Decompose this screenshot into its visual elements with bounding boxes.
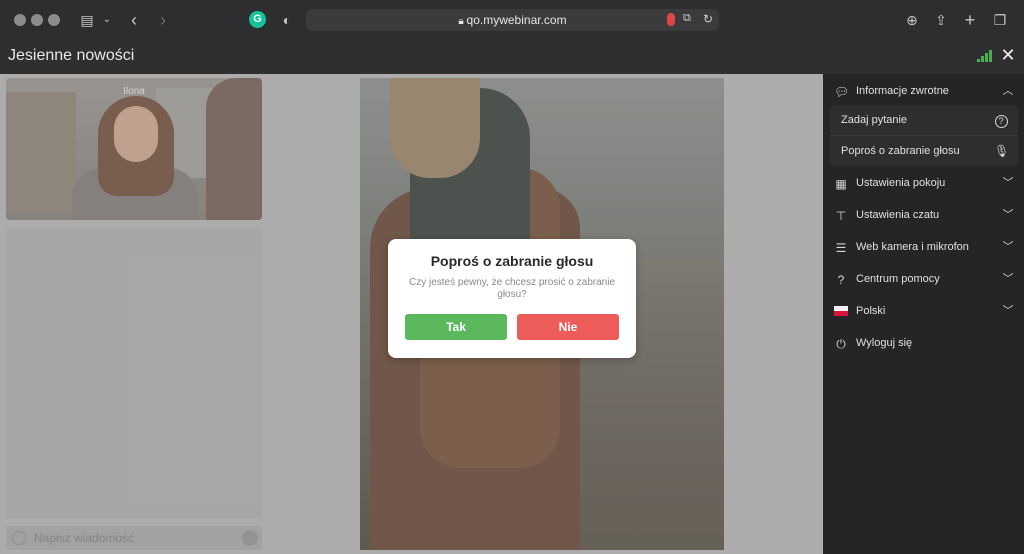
sidebar-item-label: Poproś o zabranie głosu xyxy=(841,145,960,157)
question-mark-icon: ? xyxy=(837,273,845,287)
maximize-window-button[interactable] xyxy=(48,14,60,26)
sidebar-subitem-ask-question[interactable]: Zadaj pytanie ? xyxy=(830,105,1018,135)
sidebar-item-logout[interactable]: ⏻ Wyloguj się xyxy=(823,328,1024,360)
microphone-icon: 🎙︎ xyxy=(994,144,1010,158)
yes-button[interactable]: Tak xyxy=(405,314,507,340)
translate-icon[interactable]: ⧉ xyxy=(683,12,691,25)
chevron-down-icon: ﹀ xyxy=(1002,209,1014,221)
download-icon[interactable]: ⊕ xyxy=(902,10,922,30)
power-icon: ⏻ xyxy=(836,337,846,351)
grammarly-icon[interactable]: G xyxy=(249,11,266,28)
app-header: Jesienne nowości xyxy=(0,40,1024,74)
connection-signal-icon xyxy=(977,50,993,62)
sidebar-item-language[interactable]: Polski ﹀ xyxy=(823,296,1024,328)
close-window-button[interactable] xyxy=(14,14,26,26)
chevron-down-icon: ﹀ xyxy=(1002,241,1014,253)
url-text: 🔒︎ qo.mywebinar.com xyxy=(306,9,719,33)
sidebar-item-webcam-mic[interactable]: ☰ Web kamera i mikrofon ﹀ xyxy=(823,232,1024,264)
sidebar-subitem-request-speak[interactable]: Poproś o zabranie głosu 🎙︎ xyxy=(830,136,1018,166)
sidebar-item-help-center[interactable]: ? Centrum pomocy ﹀ xyxy=(823,264,1024,296)
close-icon[interactable]: ✕ xyxy=(999,46,1017,64)
dialog-message: Czy jesteś pewny, że chcesz prosić o zab… xyxy=(408,277,615,300)
no-button[interactable]: Nie xyxy=(517,314,619,340)
polish-flag-icon xyxy=(834,306,848,316)
microphone-recording-icon xyxy=(667,13,675,26)
sidebar-item-label: Zadaj pytanie xyxy=(841,114,908,126)
sidebar-item-label: Informacje zwrotne xyxy=(856,85,949,97)
chevron-down-icon: ﹀ xyxy=(1002,305,1014,317)
sidebar-item-label: Polski xyxy=(856,305,886,317)
sliders-icon: ☰ xyxy=(835,241,847,255)
reload-icon[interactable]: ↻ xyxy=(703,12,713,26)
sidebar-item-feedback[interactable]: 💬︎ Informacje zwrotne ︿ xyxy=(823,76,1024,108)
chevron-down-icon: ﹀ xyxy=(1002,273,1014,285)
lock-icon: 🔒︎ xyxy=(458,16,467,27)
sidebar-item-label: Wyloguj się xyxy=(856,337,913,349)
share-icon[interactable]: ⇪ xyxy=(931,10,951,30)
dialog-title: Poproś o zabranie głosu xyxy=(430,253,594,269)
feedback-icon: 💬︎ xyxy=(834,85,850,99)
sidebar-item-label: Ustawienia czatu xyxy=(856,209,940,221)
chevron-down-icon: ﹀ xyxy=(1002,177,1014,189)
url-label: qo.mywebinar.com xyxy=(466,13,567,27)
sidebar-toggle-icon[interactable]: ▤ xyxy=(77,10,97,30)
sidebar-item-label: Web kamera i mikrofon xyxy=(856,241,969,253)
forward-button[interactable]: › xyxy=(153,10,173,30)
tab-overview-icon[interactable]: ❐ xyxy=(990,10,1010,30)
back-button[interactable]: ‹ xyxy=(124,10,144,30)
chevron-down-icon[interactable]: ⌄ xyxy=(97,10,117,30)
sidebar-item-label: Ustawienia pokoju xyxy=(856,177,946,189)
sidebar: 💬︎ Informacje zwrotne ︿ Zadaj pytanie ? … xyxy=(823,74,1024,554)
sidebar-item-label: Centrum pomocy xyxy=(856,273,940,285)
question-circle-icon: ? xyxy=(994,113,1008,128)
text-box-icon: ⊤ xyxy=(835,209,847,223)
address-bar[interactable]: 🔒︎ qo.mywebinar.com ⧉ ↻ xyxy=(306,9,719,31)
new-tab-icon[interactable]: + xyxy=(960,10,980,30)
browser-toolbar: ▤ ⌄ ‹ › G ◐ 🔒︎ qo.mywebinar.com ⧉ ↻ ⊕ ⇪ … xyxy=(0,0,1024,40)
layout-icon: ▦ xyxy=(835,177,847,191)
page-title: Jesienne nowości xyxy=(8,47,135,64)
chevron-up-icon: ︿ xyxy=(1002,85,1014,97)
minimize-window-button[interactable] xyxy=(31,14,43,26)
shield-icon[interactable]: ◐ xyxy=(277,10,297,30)
sidebar-item-room-settings[interactable]: ▦ Ustawienia pokoju ﹀ xyxy=(823,168,1024,200)
sidebar-item-chat-settings[interactable]: ⊤ Ustawienia czatu ﹀ xyxy=(823,200,1024,232)
request-to-speak-dialog: Poproś o zabranie głosu Czy jesteś pewny… xyxy=(388,239,636,358)
